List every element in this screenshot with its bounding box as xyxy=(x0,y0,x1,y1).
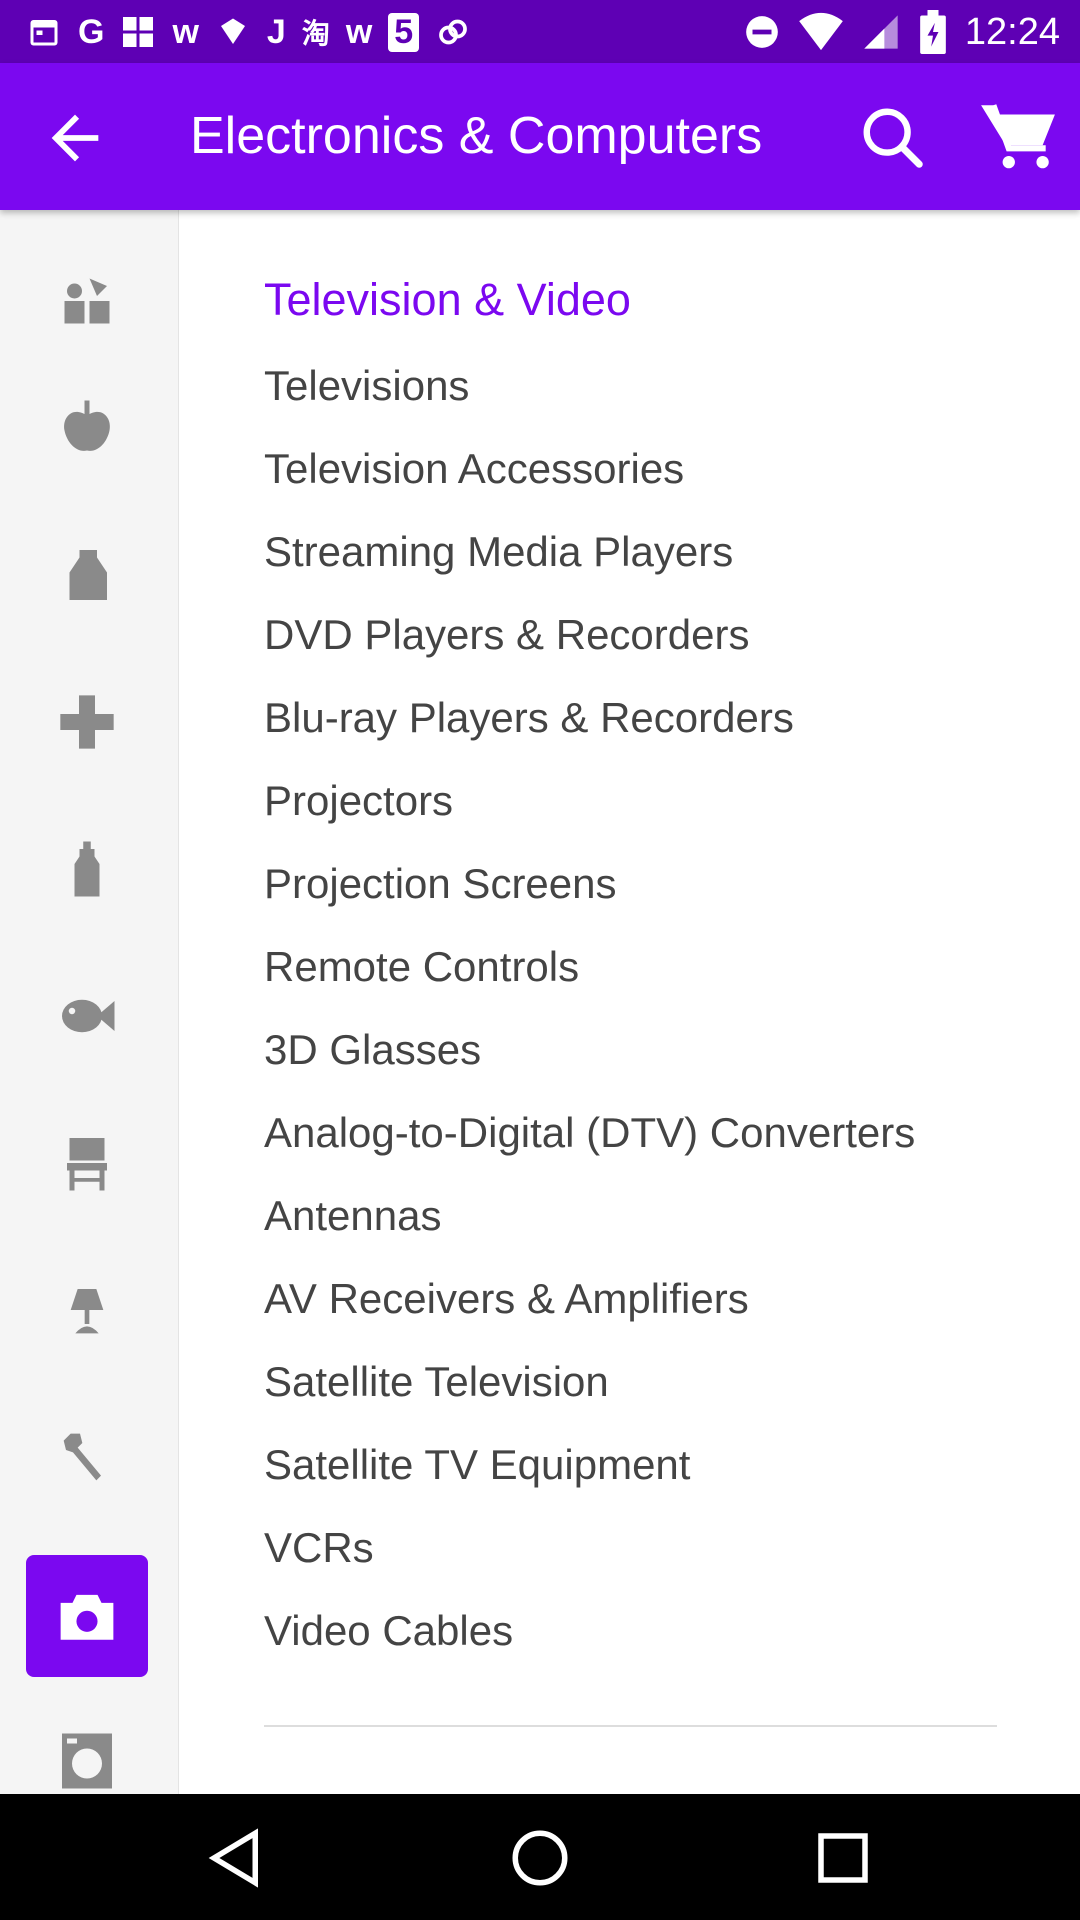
fish-icon xyxy=(62,999,115,1033)
category-item[interactable]: AV Receivers & Amplifiers xyxy=(264,1275,915,1358)
system-status: 12:24 xyxy=(743,8,1060,56)
sidebar-item-furniture[interactable] xyxy=(26,1102,148,1224)
sidebar-item-health[interactable] xyxy=(26,661,148,783)
sidebar-item-home-decor[interactable] xyxy=(26,1249,148,1371)
category-item[interactable]: DVD Players & Recorders xyxy=(264,611,915,694)
sidebar-item-baby[interactable] xyxy=(26,808,148,930)
app-bar: Electronics & Computers xyxy=(0,63,1080,210)
wifi-icon xyxy=(799,12,843,51)
washing-machine-icon xyxy=(62,1733,112,1789)
notification-glyph: 淘 xyxy=(301,18,330,49)
triangle-back-icon xyxy=(208,1828,258,1888)
notification-glyph: w xyxy=(345,12,373,51)
notification-glyph: J xyxy=(266,12,286,51)
section-title[interactable]: Television & Video xyxy=(264,274,631,326)
search-icon xyxy=(863,108,923,168)
lamp-icon xyxy=(70,1289,104,1334)
chair-icon xyxy=(67,1138,107,1191)
notification-glyph: 5 xyxy=(388,12,420,52)
wrench-icon xyxy=(63,1433,101,1481)
grid-notification-icon xyxy=(123,17,154,47)
notification-glyph: G xyxy=(78,12,105,51)
back-button[interactable] xyxy=(40,103,110,173)
square-recents-icon xyxy=(818,1833,868,1883)
search-button[interactable] xyxy=(858,103,928,173)
notification-icons: G w J 淘 w 5 xyxy=(26,10,471,54)
category-sidebar xyxy=(0,210,179,1794)
category-item[interactable]: Blu-ray Players & Recorders xyxy=(264,694,915,777)
health-cross-icon xyxy=(60,695,114,749)
category-content: Television & Video Televisions Televisio… xyxy=(179,210,1080,1794)
nav-home-button[interactable] xyxy=(507,1825,573,1891)
toys-icon xyxy=(64,278,110,324)
section-divider xyxy=(264,1725,997,1727)
category-item[interactable]: Video Cables xyxy=(264,1607,915,1690)
sidebar-item-electronics[interactable] xyxy=(26,1555,148,1677)
category-item[interactable]: Antennas xyxy=(264,1192,915,1275)
system-navigation-bar xyxy=(0,1794,1080,1920)
sidebar-item-pets[interactable] xyxy=(26,955,148,1077)
category-item[interactable]: 3D Glasses xyxy=(264,1026,915,1109)
apple-icon xyxy=(64,400,110,451)
baby-bottle-icon xyxy=(74,841,100,897)
notification-glyph: w xyxy=(172,12,199,51)
category-item[interactable]: VCRs xyxy=(264,1524,915,1607)
battery-icon xyxy=(920,10,946,54)
detergent-bottle-icon xyxy=(69,550,107,600)
category-item[interactable]: Projection Screens xyxy=(264,860,915,943)
category-item[interactable]: Streaming Media Players xyxy=(264,528,915,611)
category-list: Televisions Television Accessories Strea… xyxy=(264,362,915,1690)
sidebar-item-toys[interactable] xyxy=(26,240,148,362)
nav-recents-button[interactable] xyxy=(810,1825,876,1891)
shopping-cart-icon xyxy=(981,104,1055,169)
status-bar: G w J 淘 w 5 12:24 xyxy=(0,0,1080,63)
category-item[interactable]: Television Accessories xyxy=(264,445,915,528)
diamond-notification-icon xyxy=(220,18,245,44)
sidebar-item-tools[interactable] xyxy=(26,1396,148,1518)
clock: 12:24 xyxy=(964,10,1060,53)
nav-back-button[interactable] xyxy=(203,1825,269,1891)
calendar-notification-icon xyxy=(30,20,58,46)
cart-button[interactable] xyxy=(978,99,1058,173)
arrow-left-icon xyxy=(51,114,99,162)
sidebar-item-grocery[interactable] xyxy=(26,367,148,489)
signal-icon xyxy=(864,15,898,49)
category-item[interactable]: Televisions xyxy=(264,362,915,445)
circle-home-icon xyxy=(512,1830,568,1886)
category-item[interactable]: Projectors xyxy=(264,777,915,860)
sidebar-item-appliances[interactable] xyxy=(26,1700,148,1794)
do-not-disturb-icon xyxy=(746,16,778,48)
page-title: Electronics & Computers xyxy=(190,107,763,165)
category-item[interactable]: Satellite Television xyxy=(264,1358,915,1441)
category-item[interactable]: Satellite TV Equipment xyxy=(264,1441,915,1524)
category-item[interactable]: Remote Controls xyxy=(264,943,915,1026)
camera-icon xyxy=(60,1594,114,1640)
sidebar-item-household[interactable] xyxy=(26,514,148,636)
category-item[interactable]: Analog-to-Digital (DTV) Converters xyxy=(264,1109,915,1192)
link-notification-icon xyxy=(439,19,468,45)
